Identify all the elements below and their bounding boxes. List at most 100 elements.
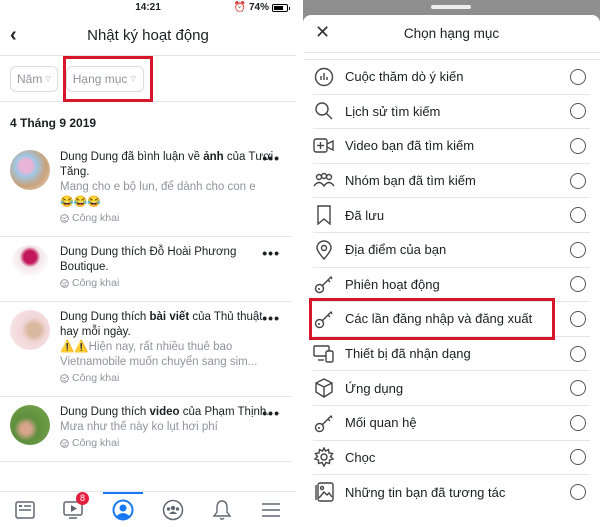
radio-button[interactable] [570, 449, 586, 466]
privacy-label: Công khai [72, 437, 120, 449]
entry-object-link[interactable]: video [150, 406, 180, 418]
category-label: Mối quan hệ [345, 415, 417, 431]
category-label: Đã lưu [345, 207, 385, 223]
avatar[interactable] [10, 310, 50, 350]
radio-button[interactable] [570, 380, 586, 397]
category-option[interactable]: Những tin bạn đã tương tác [313, 475, 590, 510]
globe-icon [60, 374, 69, 383]
radio-button[interactable] [570, 103, 586, 120]
more-options-icon[interactable]: ••• [262, 310, 280, 326]
avatar[interactable] [10, 245, 50, 285]
globe-icon [60, 279, 69, 288]
sheet-grab-handle[interactable] [431, 5, 471, 9]
category-label: Những tin bạn đã tương tác [345, 484, 506, 500]
avatar[interactable] [10, 150, 50, 190]
close-icon[interactable]: ✕ [315, 22, 330, 43]
category-option[interactable]: Địa điểm của bạn [313, 233, 590, 268]
tab-groups[interactable] [158, 495, 188, 525]
category-option[interactable]: Đã lưu [313, 198, 590, 233]
highlight-box-category-filter [63, 56, 153, 102]
category-option[interactable]: Phiên hoạt động [313, 268, 590, 303]
laughing-emoji-icon: 😂😂😂 [60, 196, 102, 208]
activity-entry[interactable]: Dung Dung thích Đỗ Hoài Phương Boutique.… [0, 237, 292, 302]
activity-entry[interactable]: Dung Dung đã bình luận về ảnh của Tươi T… [0, 142, 292, 237]
page-header: ‹ Nhật ký hoạt động [0, 16, 296, 56]
category-label: Lịch sử tìm kiếm [345, 103, 441, 119]
video-add-icon [313, 135, 335, 157]
year-filter-dropdown[interactable]: Năm ▽ [10, 65, 58, 92]
activity-entry[interactable]: Dung Dung thích bài viết của Thủ thuật h… [0, 302, 292, 397]
entry-object-link[interactable]: bài viết [150, 311, 190, 323]
radio-button[interactable] [570, 276, 586, 293]
globe-icon [60, 214, 69, 223]
entry-title-text: Dung Dung thích [60, 406, 150, 418]
activity-log-screen: 14:21 ⏰ 74% ‹ Nhật ký hoạt động Năm ▽ Hạ… [0, 0, 296, 527]
battery-icon [272, 3, 290, 12]
category-option[interactable]: Nhóm bạn đã tìm kiếm [313, 164, 590, 199]
category-option[interactable]: Cuộc thăm dò ý kiến [313, 60, 590, 95]
radio-button[interactable] [570, 345, 586, 362]
more-options-icon[interactable]: ••• [262, 405, 280, 421]
activity-list: Dung Dung đã bình luận về ảnh của Tươi T… [0, 142, 296, 462]
category-label: Phiên hoạt động [345, 276, 440, 292]
profile-icon [112, 499, 134, 521]
entry-preview: ⚠️⚠️Hiện nay, rất nhiều thuê bao Vietnam… [60, 341, 258, 368]
radio-button[interactable] [570, 484, 586, 501]
category-option[interactable]: Mối quan hệ [313, 406, 590, 441]
key-icon [313, 273, 335, 295]
entry-preview: Mưa như thế này ko lụt hơi phí [60, 421, 218, 433]
avatar[interactable] [10, 405, 50, 445]
radio-button[interactable] [570, 310, 586, 327]
privacy-label: Công khai [72, 212, 120, 224]
category-option[interactable]: Video bạn đã tìm kiếm [313, 129, 590, 164]
key-icon [313, 412, 335, 434]
bookmark-icon [313, 204, 335, 226]
date-heading: 4 Tháng 9 2019 [10, 116, 97, 130]
category-option[interactable]: Thiết bị đã nhận dạng [313, 337, 590, 372]
category-sheet: ✕ Chọn hạng mục Cuộc thăm dò ý kiến Lịch … [303, 15, 600, 527]
category-option[interactable]: Lịch sử tìm kiếm [313, 95, 590, 130]
bell-icon [212, 499, 232, 521]
battery-fill [274, 5, 283, 10]
entry-object-link[interactable]: ảnh [203, 151, 223, 163]
entry-title: Dung Dung thích bài viết của Thủ thuật h… [60, 310, 282, 340]
privacy-label: Công khai [72, 372, 120, 384]
sheet-header: ✕ Chọn hạng mục [303, 15, 600, 53]
tab-menu[interactable] [256, 495, 286, 525]
more-options-icon[interactable]: ••• [262, 150, 280, 166]
privacy-indicator: Công khai [60, 436, 282, 451]
tab-watch[interactable]: 8 [59, 491, 89, 525]
category-list: Cuộc thăm dò ý kiến Lịch sử tìm kiếm Video… [303, 59, 600, 510]
back-chevron-icon[interactable]: ‹ [10, 24, 17, 47]
radio-button[interactable] [570, 137, 586, 154]
privacy-label: Công khai [72, 277, 120, 289]
bottom-tab-bar: 8 [0, 491, 296, 527]
activity-entry[interactable]: Dung Dung thích video của Phạm Thịnh. Mưa… [0, 397, 292, 462]
radio-button[interactable] [570, 172, 586, 189]
category-option[interactable]: Chọc [313, 441, 590, 476]
notification-badge: 8 [75, 491, 89, 505]
more-options-icon[interactable]: ••• [262, 245, 280, 261]
entry-title-text: Dung Dung thích [60, 311, 150, 323]
location-pin-icon [313, 239, 335, 261]
tab-bell[interactable] [207, 495, 237, 525]
news-feed-icon [14, 500, 35, 519]
entry-title: Dung Dung thích video của Phạm Thịnh. [60, 405, 282, 420]
category-option[interactable]: Ứng dụng [313, 371, 590, 406]
tab-profile[interactable] [103, 491, 144, 525]
alarm-icon: ⏰ [233, 2, 246, 13]
menu-icon [261, 502, 281, 518]
radio-button[interactable] [570, 207, 586, 224]
category-label: Video bạn đã tìm kiếm [345, 138, 475, 154]
status-bar: 14:21 ⏰ 74% [0, 0, 296, 16]
battery-percent: 74% [248, 2, 269, 13]
sheet-title: Chọn hạng mục [403, 26, 500, 41]
radio-button[interactable] [570, 414, 586, 431]
radio-button[interactable] [570, 68, 586, 85]
radio-button[interactable] [570, 241, 586, 258]
tab-news-feed[interactable] [10, 495, 40, 525]
story-image-icon [313, 481, 335, 503]
devices-icon [313, 343, 335, 365]
cube-icon [313, 377, 335, 399]
entry-title-text: Dung Dung thích Đỗ Hoài Phương Boutique. [60, 246, 237, 273]
